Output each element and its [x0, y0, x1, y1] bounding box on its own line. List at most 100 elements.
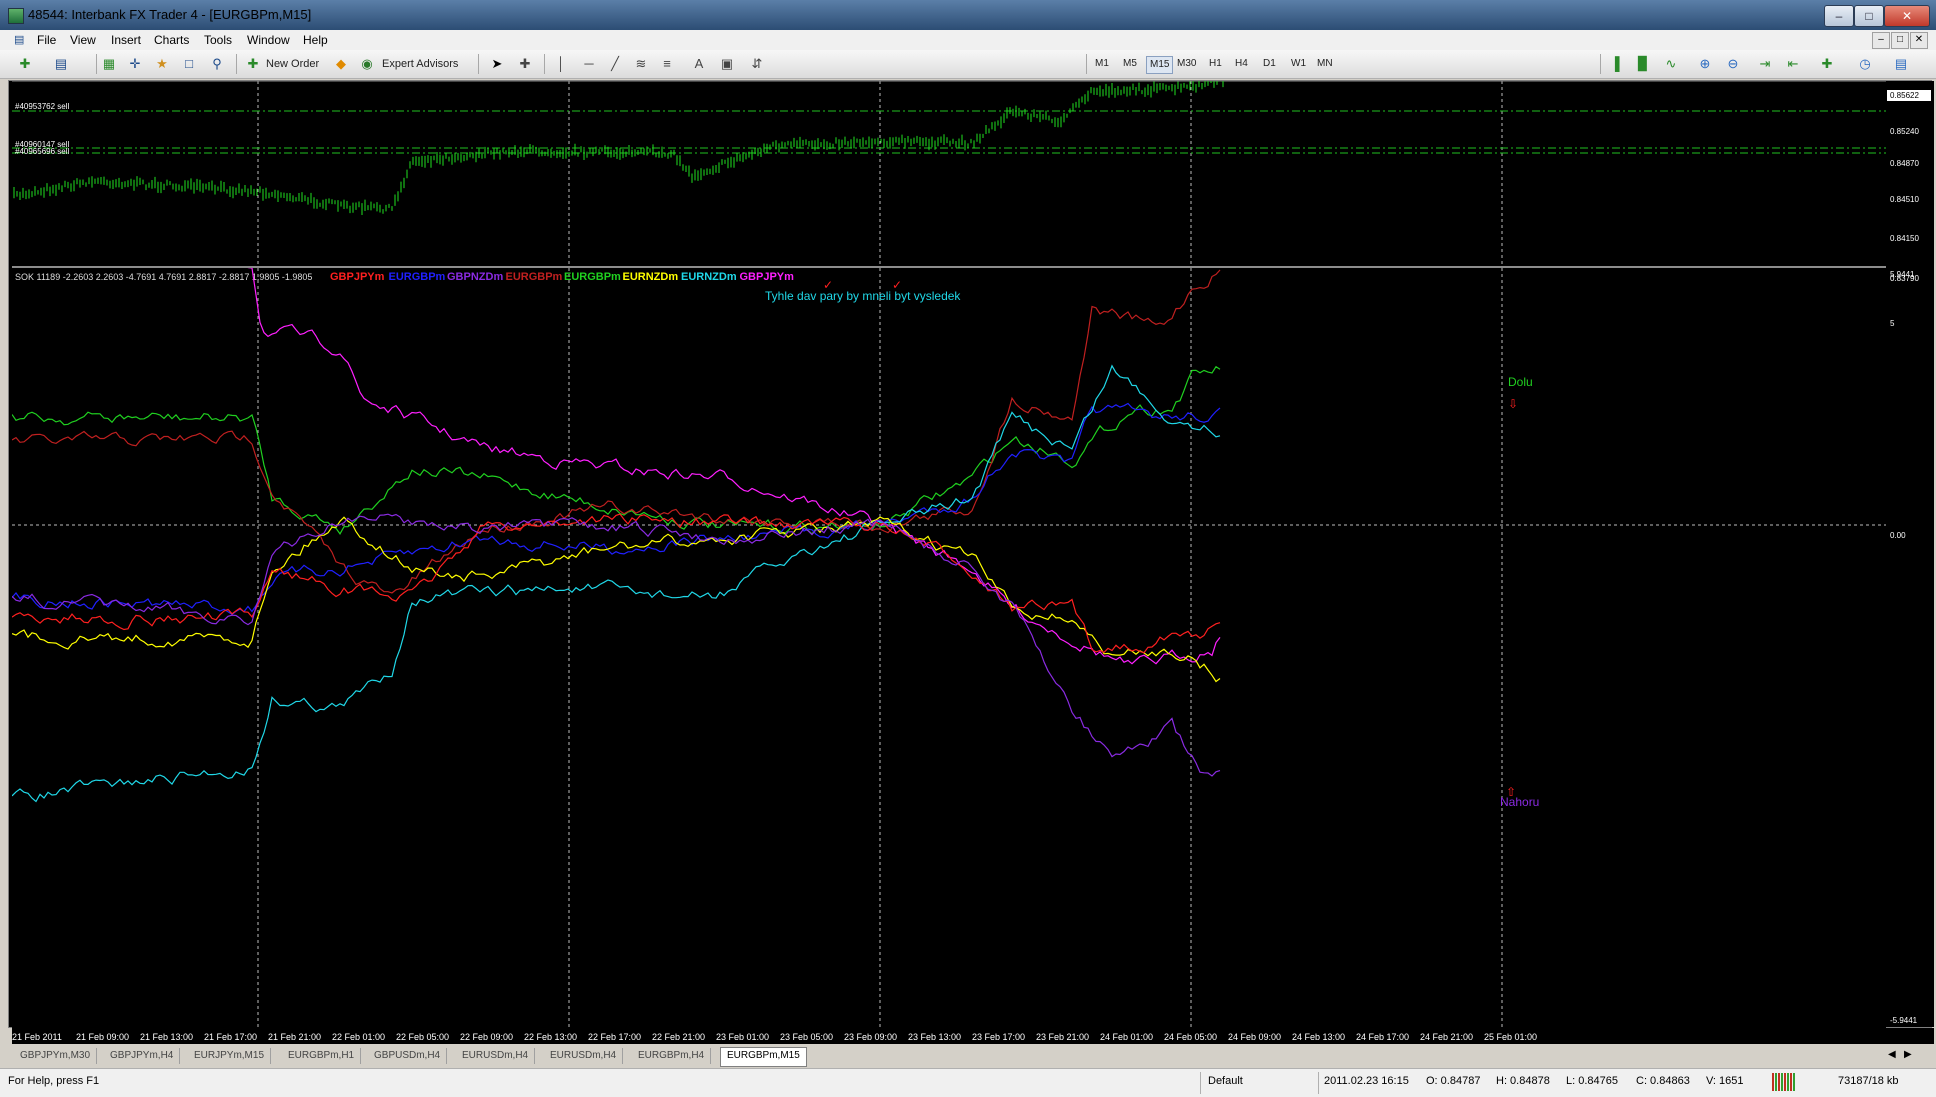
data-window-icon[interactable]: ✛ — [126, 55, 144, 73]
mdi-close-button[interactable]: ✕ — [1910, 32, 1928, 49]
status-volume: V: 1651 — [1706, 1075, 1744, 1087]
timeframe-d1[interactable]: D1 — [1260, 56, 1279, 72]
terminal-icon[interactable]: □ — [180, 55, 198, 73]
new-order-icon[interactable]: ✚ — [244, 55, 262, 73]
tab-gbpusdm-h4[interactable]: GBPUSDm,H4 — [368, 1048, 448, 1064]
periods-icon[interactable]: ◷ — [1856, 55, 1874, 73]
templates-icon[interactable]: ▤ — [1892, 55, 1910, 73]
time-label-3: 21 Feb 17:00 — [204, 1032, 257, 1042]
minimize-button[interactable]: – — [1824, 5, 1854, 27]
zoom-out-icon[interactable]: ⊖ — [1724, 55, 1742, 73]
market-watch-icon[interactable]: ▦ — [100, 55, 118, 73]
check-mark-icon-2: ✓ — [892, 278, 902, 292]
pair-label-1: EURGBPm — [389, 271, 446, 283]
tab-gbpjpym-h4[interactable]: GBPJPYm,H4 — [104, 1048, 181, 1064]
timeframe-m1[interactable]: M1 — [1092, 56, 1112, 72]
strategy-tester-icon[interactable]: ⚲ — [208, 55, 226, 73]
order-label-2: #40965696 sell — [15, 147, 69, 156]
expert-advisors-button[interactable]: Expert Advisors — [382, 54, 458, 74]
chart-window-icon[interactable]: ▤ — [14, 33, 24, 46]
price-chart[interactable]: #40953762 sell #40960147 sell #40965696 se… — [12, 73, 1886, 264]
timeframe-h4[interactable]: H4 — [1232, 56, 1251, 72]
pair-label-5: EURNZDm — [623, 271, 679, 283]
new-chart-icon[interactable]: ✚ — [16, 55, 34, 73]
menu-charts[interactable]: Charts — [154, 33, 189, 47]
time-label-2: 21 Feb 13:00 — [140, 1032, 193, 1042]
timeframe-m5[interactable]: M5 — [1120, 56, 1140, 72]
indicator-note: Tyhle dav pary by mneli byt vysledek — [765, 289, 961, 303]
tab-eurgbpm-h4[interactable]: EURGBPm,H4 — [632, 1048, 712, 1064]
metaeditor-icon[interactable]: ◆ — [332, 55, 350, 73]
new-order-button[interactable]: New Order — [266, 54, 319, 74]
price-chart-svg: #40953762 sell#40960147 sell#40965696 se… — [12, 73, 1886, 264]
time-label-14: 23 Feb 13:00 — [908, 1032, 961, 1042]
time-label-17: 24 Feb 01:00 — [1100, 1032, 1153, 1042]
crosshair-icon[interactable]: ✚ — [516, 55, 534, 73]
vertical-line-icon[interactable]: │ — [552, 55, 570, 73]
time-label-4: 21 Feb 21:00 — [268, 1032, 321, 1042]
line-chart-icon[interactable]: ∿ — [1662, 55, 1680, 73]
time-label-16: 23 Feb 21:00 — [1036, 1032, 1089, 1042]
time-axis: 21 Feb 2011 21 Feb 09:00 21 Feb 13:00 21 Fe… — [12, 1028, 1934, 1044]
auto-scroll-icon[interactable]: ⇥ — [1756, 55, 1774, 73]
timeframe-m15[interactable]: M15 — [1146, 56, 1174, 74]
profiles-icon[interactable]: ▤ — [52, 55, 70, 73]
menu-window[interactable]: Window — [247, 33, 290, 47]
chart-shift-icon[interactable]: ⇤ — [1784, 55, 1802, 73]
tab-eurjpym-m15[interactable]: EURJPYm,M15 — [188, 1048, 272, 1064]
fibonacci-icon[interactable]: ≡ — [658, 55, 676, 73]
menu-help[interactable]: Help — [303, 33, 328, 47]
time-label-10: 22 Feb 21:00 — [652, 1032, 705, 1042]
timeframe-m30[interactable]: M30 — [1174, 56, 1199, 72]
indicator-axis-label-2: 0.00 — [1890, 531, 1906, 540]
navigator-icon[interactable]: ★ — [153, 55, 171, 73]
indicator-series-7 — [11, 513, 1221, 777]
tab-eurgbpm-m15[interactable]: EURGBPm,M15 — [720, 1047, 807, 1067]
tab-scroll-right-icon[interactable]: ▶ — [1904, 1049, 1912, 1060]
status-close: C: 0.84863 — [1636, 1075, 1690, 1087]
pair-label-3: EURGBPm — [506, 271, 563, 283]
time-label-9: 22 Feb 17:00 — [588, 1032, 641, 1042]
menu-file[interactable]: File — [37, 33, 56, 47]
close-button[interactable]: ✕ — [1884, 5, 1930, 27]
tab-eurusdm-h4-2[interactable]: EURUSDm,H4 — [544, 1048, 624, 1064]
expert-advisors-icon[interactable]: ◉ — [358, 55, 376, 73]
horizontal-line-icon[interactable]: ─ — [580, 55, 598, 73]
timeframe-w1[interactable]: W1 — [1288, 56, 1309, 72]
status-profile[interactable]: Default — [1208, 1075, 1243, 1087]
cursor-icon[interactable]: ➤ — [488, 55, 506, 73]
time-label-23: 25 Feb 01:00 — [1484, 1032, 1537, 1042]
arrow-up-icon: ⇧ — [1506, 785, 1516, 799]
mdi-restore-button[interactable]: □ — [1891, 32, 1909, 49]
indicator-axis-label-1: 5 — [1890, 319, 1895, 328]
arrows-icon[interactable]: ⇵ — [748, 55, 766, 73]
tab-eurgbpm-h1[interactable]: EURGBPm,H1 — [282, 1048, 362, 1064]
tab-gbpjpym-m30[interactable]: GBPJPYm,M30 — [14, 1048, 98, 1064]
indicator-series-1 — [11, 365, 1221, 536]
menu-view[interactable]: View — [70, 33, 96, 47]
time-label-15: 23 Feb 17:00 — [972, 1032, 1025, 1042]
maximize-button[interactable]: □ — [1854, 5, 1884, 27]
pair-label-7: GBPJPYm — [740, 271, 795, 283]
price-axis-label-2: 0.84870 — [1890, 159, 1919, 168]
tab-scroll-left-icon[interactable]: ◀ — [1888, 1049, 1896, 1060]
tab-eurusdm-h4[interactable]: EURUSDm,H4 — [456, 1048, 536, 1064]
timeframe-mn[interactable]: MN — [1314, 56, 1336, 72]
timeframe-h1[interactable]: H1 — [1206, 56, 1225, 72]
candlestick-icon[interactable]: ▉ — [1634, 55, 1652, 73]
pair-label-0: GBPJPYm — [330, 271, 385, 283]
title-bar: 48544: Interbank FX Trader 4 - [EURGBPm,… — [0, 0, 1936, 30]
price-axis-label-1: 0.85240 — [1890, 127, 1919, 136]
menu-insert[interactable]: Insert — [111, 33, 141, 47]
zoom-in-icon[interactable]: ⊕ — [1696, 55, 1714, 73]
indicators-icon[interactable]: ✚ — [1818, 55, 1836, 73]
mdi-minimize-button[interactable]: – — [1872, 32, 1890, 49]
bar-chart-icon[interactable]: ▐ — [1606, 55, 1624, 73]
indicator-window[interactable]: SOK 11189 -2.2603 2.2603 -4.7691 4.7691 … — [11, 247, 1886, 1030]
menu-tools[interactable]: Tools — [204, 33, 232, 47]
equidistant-channel-icon[interactable]: ≋ — [632, 55, 650, 73]
price-axis: 0.856220.852400.848700.845100.841500.837… — [1886, 81, 1934, 1027]
text-icon[interactable]: A — [690, 55, 708, 73]
text-label-icon[interactable]: ▣ — [718, 55, 736, 73]
trendline-icon[interactable]: ╱ — [606, 55, 624, 73]
